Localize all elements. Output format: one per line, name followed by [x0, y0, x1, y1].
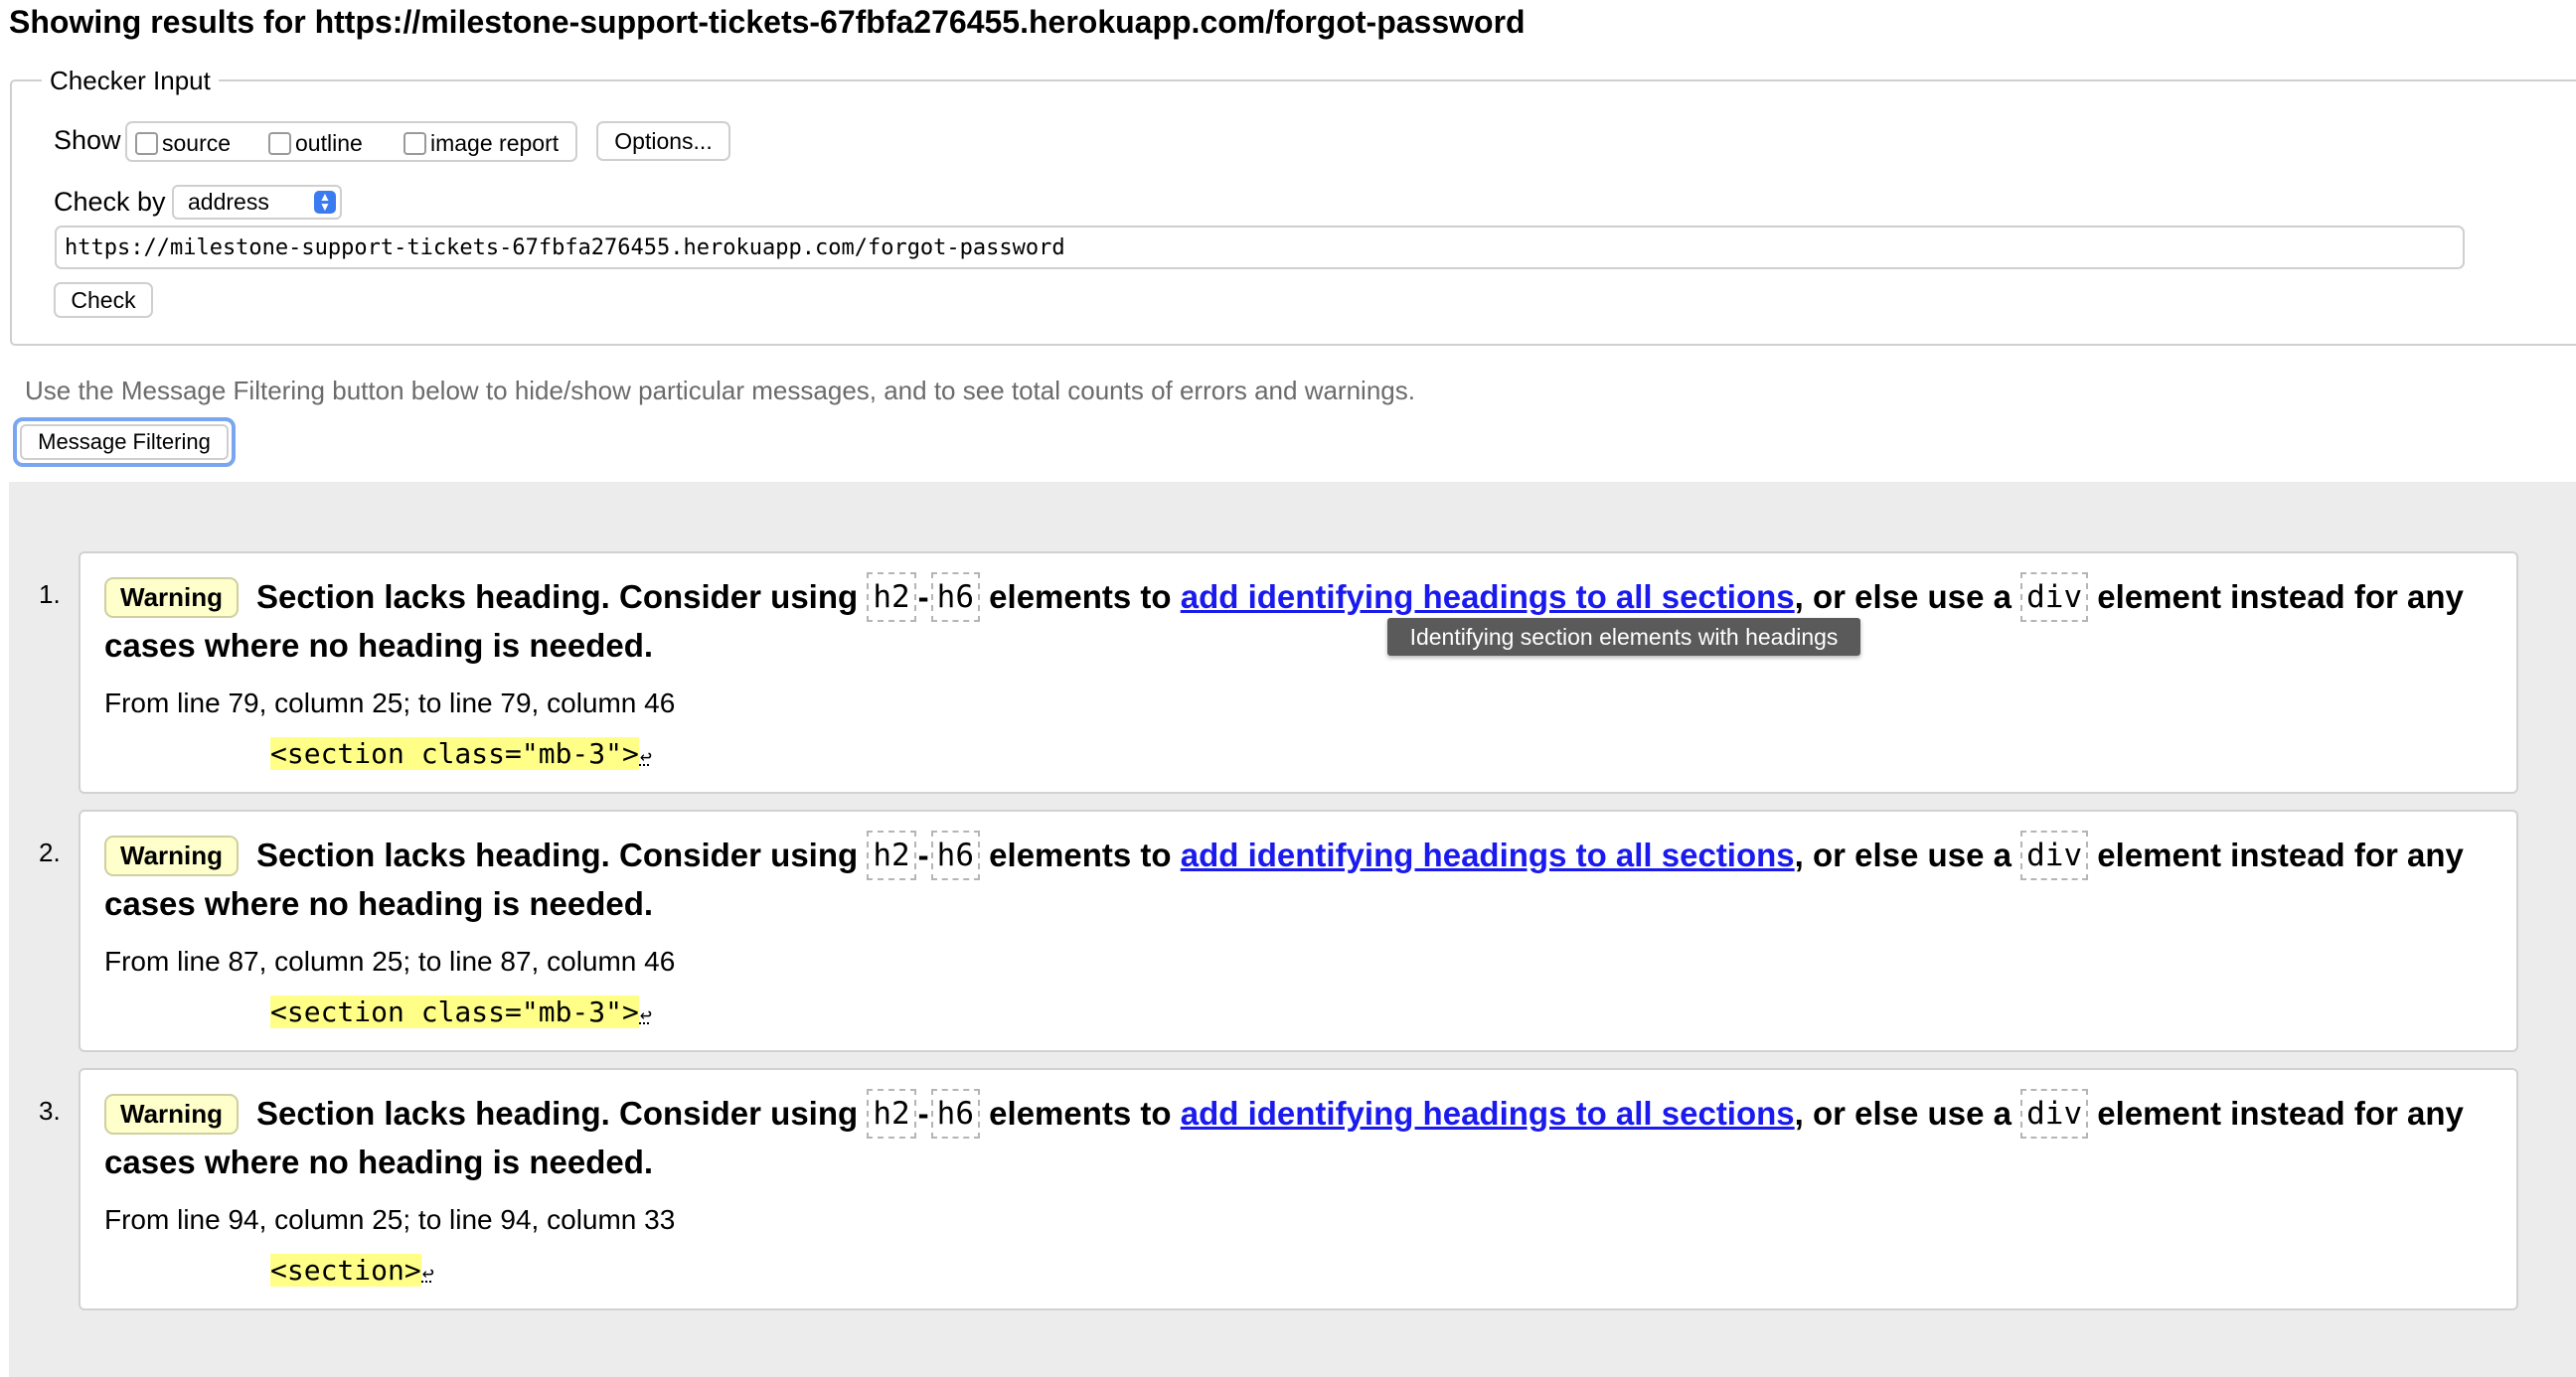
- message-text: elements to: [989, 1095, 1172, 1132]
- message-number: 2.: [39, 838, 61, 867]
- dash-text: -: [917, 837, 929, 873]
- code-h2: h2: [867, 572, 916, 622]
- checker-input-legend: Checker Input: [50, 66, 211, 95]
- code-h6: h6: [930, 572, 980, 622]
- dash-text: -: [917, 1095, 929, 1132]
- message-item: Warning Section lacks heading. Consider …: [79, 551, 2518, 794]
- check-by-label: Check by: [54, 187, 166, 217]
- show-image-report-checkbox[interactable]: image report: [403, 130, 559, 157]
- link-tooltip: Identifying section elements with headin…: [1387, 618, 1860, 656]
- message-filtering-button[interactable]: Message Filtering: [13, 417, 236, 467]
- code-div: div: [2020, 572, 2089, 622]
- message-text-continued: cases where no heading is needed.: [104, 1144, 654, 1180]
- message-text: , or else use a: [1794, 837, 2012, 873]
- message-text: , or else use a: [1794, 578, 2012, 615]
- code-h2: h2: [867, 1089, 916, 1139]
- extract-highlight: <section class="mb-3">: [270, 737, 639, 770]
- message-text: elements to: [989, 837, 1172, 873]
- checkbox-box[interactable]: [268, 132, 291, 155]
- url-input[interactable]: [55, 226, 2465, 269]
- message-text: Section lacks heading. Consider using: [256, 578, 859, 615]
- check-by-select[interactable]: address ▲ ▼: [172, 185, 342, 220]
- show-label: Show: [54, 125, 121, 155]
- show-image-report-label: image report: [430, 130, 560, 156]
- message-item: Warning Section lacks heading. Consider …: [79, 1068, 2518, 1310]
- code-extract: <section>↩: [270, 1252, 434, 1292]
- code-div: div: [2020, 1089, 2089, 1139]
- options-button[interactable]: Options...: [596, 121, 730, 161]
- message-text-continued: cases where no heading is needed.: [104, 885, 654, 922]
- message-location: From line 87, column 25; to line 87, col…: [104, 946, 676, 977]
- extract-highlight: <section class="mb-3">: [270, 995, 639, 1028]
- message-text: , or else use a: [1794, 1095, 2012, 1132]
- code-extract: <section class="mb-3">↩: [270, 735, 652, 775]
- extract-highlight: <section>: [270, 1254, 421, 1287]
- message-text: Section lacks heading. Consider using: [256, 837, 859, 873]
- message-filtering-hint: Use the Message Filtering button below t…: [25, 376, 1415, 405]
- show-options-group: source outline image report: [125, 121, 577, 162]
- warning-badge: Warning: [104, 576, 240, 618]
- page-title: Showing results for https://milestone-su…: [9, 4, 1526, 40]
- return-icon: ↩: [421, 1261, 434, 1285]
- checker-input-fieldset: Checker Input: [10, 68, 2576, 346]
- dash-text: -: [917, 578, 929, 615]
- show-source-label: source: [162, 130, 232, 156]
- message-text-continued: cases where no heading is needed.: [104, 627, 654, 664]
- checkbox-box[interactable]: [135, 132, 158, 155]
- show-source-checkbox[interactable]: source: [135, 130, 231, 157]
- check-button[interactable]: Check: [54, 282, 153, 318]
- message-location: From line 79, column 25; to line 79, col…: [104, 688, 676, 718]
- code-extract: <section class="mb-3">↩: [270, 994, 652, 1033]
- code-h2: h2: [867, 831, 916, 880]
- message-text: element instead for any: [2097, 837, 2464, 873]
- message-item: Warning Section lacks heading. Consider …: [79, 810, 2518, 1052]
- message-text: elements to: [989, 578, 1172, 615]
- return-icon: ↩: [639, 1002, 652, 1026]
- code-h6: h6: [930, 1089, 980, 1139]
- return-icon: ↩: [639, 744, 652, 768]
- headings-link[interactable]: add identifying headings to all sections: [1181, 1095, 1795, 1133]
- message-number: 3.: [39, 1096, 61, 1126]
- code-h6: h6: [930, 831, 980, 880]
- message-text: Section lacks heading. Consider using: [256, 1095, 859, 1132]
- show-outline-label: outline: [295, 130, 363, 156]
- message-text: element instead for any: [2097, 578, 2464, 615]
- headings-link[interactable]: add identifying headings to all sections: [1181, 578, 1795, 616]
- select-arrows-icon: ▲ ▼: [314, 191, 336, 214]
- message-filtering-label: Message Filtering: [20, 424, 229, 460]
- check-by-value: address: [188, 189, 269, 215]
- message-number: 1.: [39, 579, 61, 609]
- show-outline-checkbox[interactable]: outline: [268, 130, 363, 157]
- checkbox-box[interactable]: [403, 132, 426, 155]
- warning-badge: Warning: [104, 1093, 240, 1135]
- message-text: element instead for any: [2097, 1095, 2464, 1132]
- code-div: div: [2020, 831, 2089, 880]
- headings-link[interactable]: add identifying headings to all sections: [1181, 837, 1795, 874]
- message-location: From line 94, column 25; to line 94, col…: [104, 1204, 676, 1235]
- warning-badge: Warning: [104, 835, 240, 876]
